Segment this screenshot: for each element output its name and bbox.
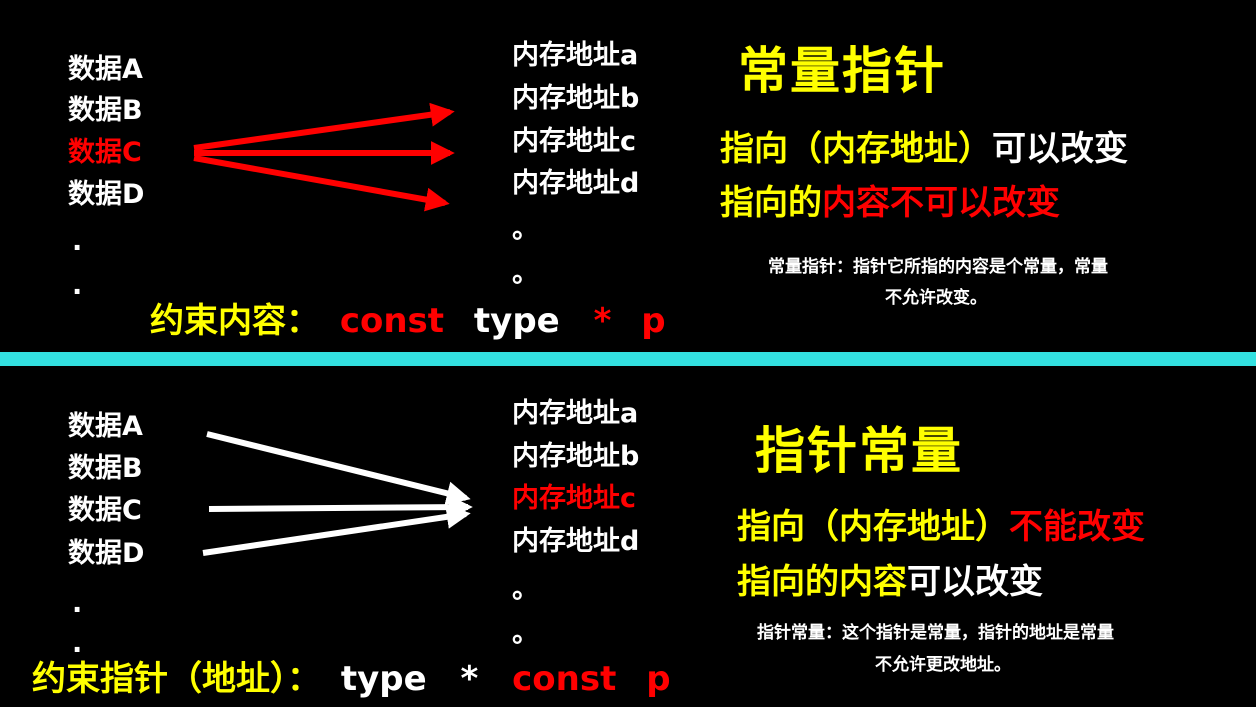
- bottom-arrow-from-d: [202, 504, 471, 556]
- bottom-arrow-from-a: [206, 431, 471, 506]
- arrows-layer: [193, 102, 473, 556]
- top-arrow-to-a: [193, 102, 455, 151]
- top-arrow-to-c: [193, 155, 450, 212]
- bottom-arrow-from-c: [208, 495, 473, 520]
